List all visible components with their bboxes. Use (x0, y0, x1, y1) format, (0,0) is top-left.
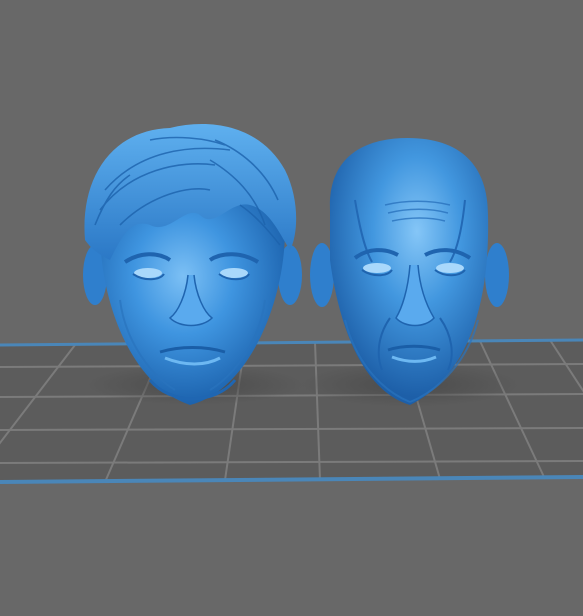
build-plate (0, 338, 583, 484)
3d-viewport[interactable] (0, 0, 583, 616)
scene-canvas[interactable] (0, 0, 583, 616)
